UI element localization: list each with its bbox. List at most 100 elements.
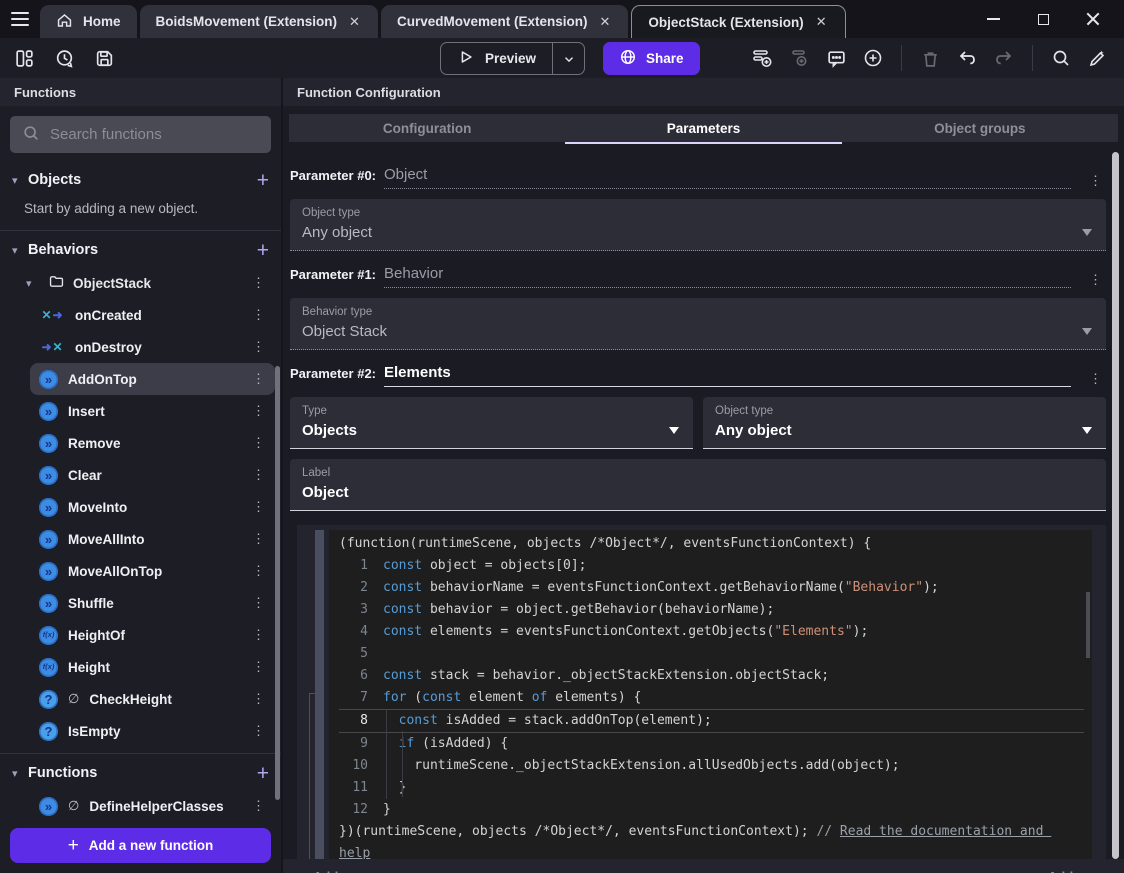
item-menu-button[interactable]: ⋮ (248, 467, 269, 483)
dropdown-caret-icon (1082, 229, 1092, 236)
parameter-0-menu-button[interactable]: ⋮ (1085, 173, 1106, 189)
share-button[interactable]: Share (603, 42, 700, 75)
item-menu-button[interactable]: ⋮ (248, 627, 269, 643)
folder-menu-button[interactable]: ⋮ (248, 275, 269, 291)
item-menu-button[interactable]: ⋮ (248, 403, 269, 419)
add-circle-icon[interactable] (861, 46, 885, 70)
version-history-icon[interactable] (52, 46, 76, 70)
function-item-height[interactable]: f(x) Height ⋮ (30, 651, 275, 683)
function-item-checkheight[interactable]: ? ∅ CheckHeight ⋮ (30, 683, 275, 715)
parameter-0-object-type-select[interactable]: Object type Any object (290, 199, 1106, 251)
function-item-oncreated[interactable]: ✕ ➜ onCreated ⋮ (30, 299, 275, 331)
preview-button[interactable]: Preview (441, 48, 552, 69)
function-item-moveallontop[interactable]: » MoveAllOnTop ⋮ (30, 555, 275, 587)
function-item-moveallinto[interactable]: » MoveAllInto ⋮ (30, 523, 275, 555)
item-menu-button[interactable]: ⋮ (248, 499, 269, 515)
editor-scrollbar[interactable] (1086, 592, 1090, 658)
function-item-shuffle[interactable]: » Shuffle ⋮ (30, 587, 275, 619)
tab-curvedmovement[interactable]: CurvedMovement (Extension) ✕ (380, 5, 629, 38)
parameter-1-menu-button[interactable]: ⋮ (1085, 272, 1106, 288)
item-menu-button[interactable]: ⋮ (248, 307, 269, 323)
folder-objectstack[interactable]: ▾ ObjectStack ⋮ (0, 267, 281, 299)
item-menu-button[interactable]: ⋮ (248, 723, 269, 739)
parameter-1-behavior-type-select[interactable]: Behavior type Object Stack (290, 298, 1106, 350)
function-item-label: MoveAllOnTop (68, 563, 163, 579)
open-editors-panel-icon[interactable] (12, 46, 36, 70)
code-line-11: 11 } (339, 777, 1084, 799)
parameter-0-name-input[interactable]: Object (384, 166, 1071, 189)
parameter-2-menu-button[interactable]: ⋮ (1085, 371, 1106, 387)
caret-down-icon[interactable]: ▾ (12, 767, 28, 780)
tab-parameters[interactable]: Parameters (565, 114, 842, 144)
minimize-button[interactable] (986, 12, 1000, 26)
parameter-2-name-input[interactable]: Elements (384, 364, 1071, 387)
caret-down-icon[interactable]: ▾ (12, 174, 28, 187)
section-behaviors[interactable]: ▾ Behaviors + (0, 233, 281, 267)
tab-boidsmovement[interactable]: BoidsMovement (Extension) ✕ (139, 5, 378, 38)
parameter-2-type-select[interactable]: Type Objects (290, 397, 693, 449)
search-icon[interactable] (1049, 46, 1073, 70)
ai-edit-icon[interactable] (1086, 46, 1110, 70)
section-functions[interactable]: ▾ Functions + (0, 756, 281, 790)
event-drag-handle[interactable] (315, 530, 324, 873)
tab-home[interactable]: Home (40, 5, 137, 38)
item-menu-button[interactable]: ⋮ (248, 659, 269, 675)
function-item-remove[interactable]: » Remove ⋮ (30, 427, 275, 459)
add-behavior-button[interactable]: + (257, 240, 269, 261)
parameter-2-label-input[interactable]: Label Object (290, 459, 1106, 511)
section-objects[interactable]: ▾ Objects + (0, 163, 281, 197)
item-menu-button[interactable]: ⋮ (248, 798, 269, 814)
function-item-insert[interactable]: » Insert ⋮ (30, 395, 275, 427)
item-menu-button[interactable]: ⋮ (248, 435, 269, 451)
preview-split-button[interactable]: Preview (440, 42, 586, 75)
tab-object-groups[interactable]: Object groups (842, 114, 1118, 142)
parameter-1-name-input[interactable]: Behavior (384, 265, 1071, 288)
panel-title: Function Configuration (283, 78, 1124, 106)
item-menu-button[interactable]: ⋮ (248, 531, 269, 547)
sidebar-scrollbar[interactable] (275, 366, 280, 800)
add-event-icon[interactable] (750, 46, 774, 70)
add-comment-icon[interactable] (824, 46, 848, 70)
main-scrollbar[interactable] (1112, 152, 1119, 859)
code-line-8: 8 const isAdded = stack.addOnTop(element… (339, 709, 1084, 733)
close-tab-icon[interactable]: ✕ (814, 14, 829, 30)
function-item-label: Shuffle (68, 595, 114, 611)
caret-down-icon[interactable]: ▾ (26, 277, 40, 290)
add-subevent-icon[interactable] (787, 46, 811, 70)
code-header-line: (function(runtimeScene, objects /*Object… (339, 536, 872, 551)
free-function-list: »∅DefineHelperClasses⋮?ContainsBetween⋮ (0, 790, 281, 820)
function-item-clear[interactable]: » Clear ⋮ (30, 459, 275, 491)
close-window-button[interactable] (1086, 12, 1100, 26)
function-item-ondestroy[interactable]: ➜ ✕ onDestroy ⋮ (30, 331, 275, 363)
item-menu-button[interactable]: ⋮ (248, 595, 269, 611)
function-item-heightof[interactable]: f(x) HeightOf ⋮ (30, 619, 275, 651)
function-item-isempty[interactable]: ? IsEmpty ⋮ (30, 715, 275, 747)
add-new-function-button[interactable]: + Add a new function (10, 828, 271, 863)
caret-down-icon[interactable]: ▾ (12, 244, 28, 257)
tab-objectstack[interactable]: ObjectStack (Extension) ✕ (631, 5, 846, 38)
tab-configuration[interactable]: Configuration (289, 114, 565, 142)
close-tab-icon[interactable]: ✕ (347, 14, 362, 30)
add-object-button[interactable]: + (257, 170, 269, 191)
item-menu-button[interactable]: ⋮ (248, 371, 269, 387)
hamburger-menu-icon[interactable] (0, 0, 40, 38)
add-free-function-button[interactable]: + (257, 763, 269, 784)
item-menu-button[interactable]: ⋮ (248, 563, 269, 579)
item-menu-button[interactable]: ⋮ (248, 339, 269, 355)
maximize-button[interactable] (1036, 12, 1050, 26)
undo-icon[interactable] (955, 46, 979, 70)
function-item-moveinto[interactable]: » MoveInto ⋮ (30, 491, 275, 523)
search-functions-box[interactable] (10, 116, 271, 153)
javascript-code-editor[interactable]: (function(runtimeScene, objects /*Object… (329, 530, 1092, 873)
close-tab-icon[interactable]: ✕ (597, 14, 612, 30)
preview-options-button[interactable] (552, 43, 584, 74)
function-item-definehelperclasses[interactable]: » ∅ DefineHelperClasses ⋮ (30, 790, 275, 820)
delete-icon[interactable] (918, 46, 942, 70)
redo-icon[interactable] (992, 46, 1016, 70)
save-icon[interactable] (92, 46, 116, 70)
parameter-2-object-type-select[interactable]: Object type Any object (703, 397, 1106, 449)
search-functions-input[interactable] (50, 126, 259, 143)
item-menu-button[interactable]: ⋮ (248, 691, 269, 707)
parameter-2-row: Parameter #2: Elements ⋮ (290, 364, 1106, 387)
function-item-addontop[interactable]: » AddOnTop ⋮ (30, 363, 275, 395)
